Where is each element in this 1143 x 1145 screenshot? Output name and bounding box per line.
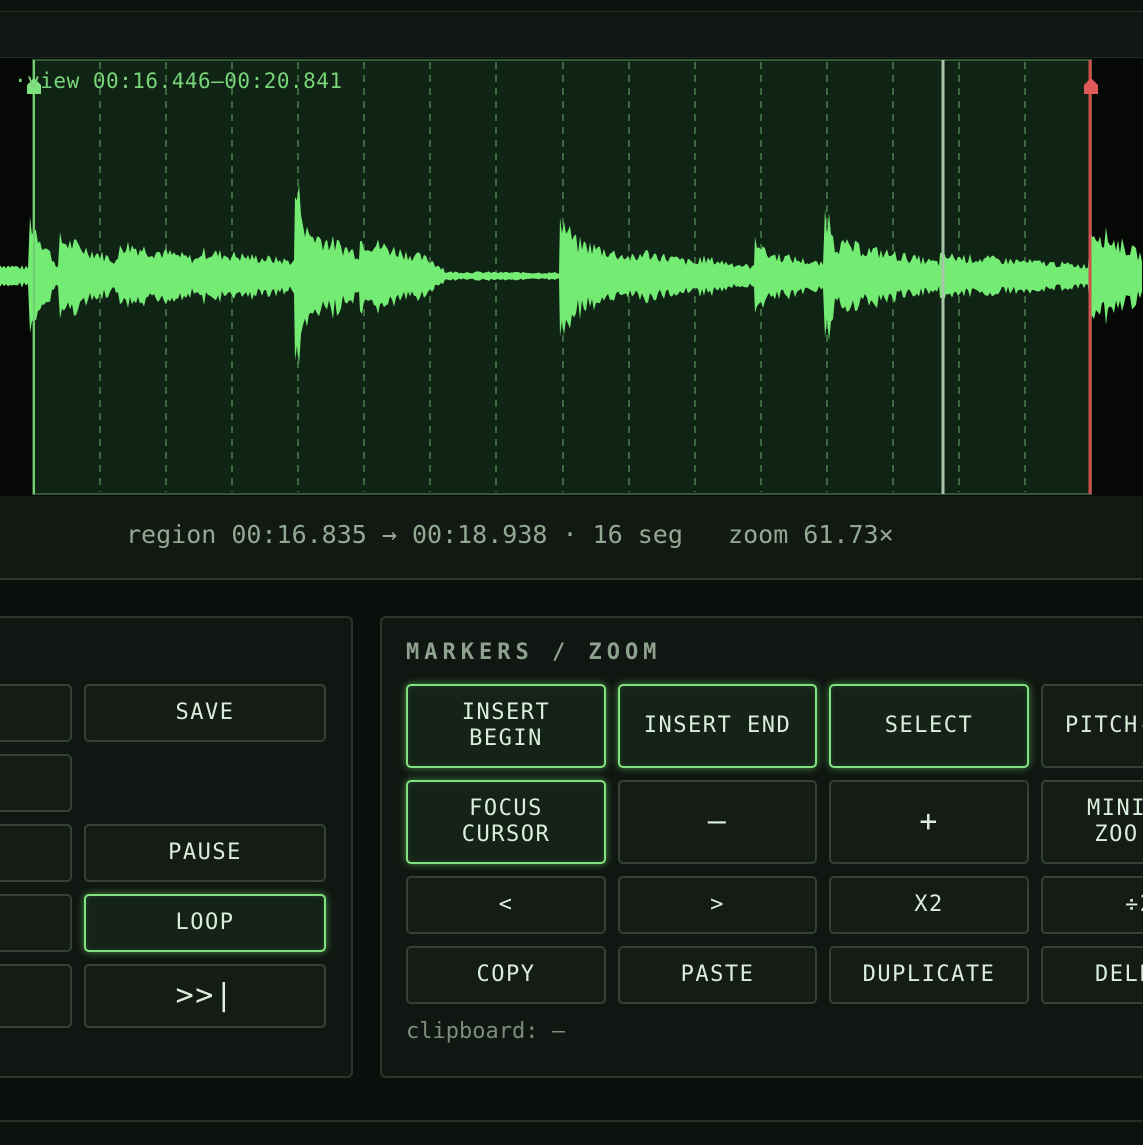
copy-button[interactable]: COPY [406, 946, 606, 1004]
zoom-divide-2-button[interactable]: ÷2 [1041, 876, 1143, 934]
delete-button[interactable]: DELE [1041, 946, 1143, 1004]
pause-button[interactable]: PAUSE [84, 824, 326, 882]
insert-begin-button[interactable]: INSERT BEGIN [406, 684, 606, 768]
save-button[interactable]: SAVE [84, 684, 326, 742]
view-range-label: ·view 00:16.446–00:20.841 [14, 69, 343, 93]
zoom-in-button[interactable]: + [829, 780, 1029, 864]
insert-end-button[interactable]: INSERT END [618, 684, 817, 768]
top-bar [0, 0, 1143, 12]
minimap-zoom-button[interactable]: MINI ZOO [1041, 780, 1143, 864]
transport-button-hidden-1[interactable] [0, 684, 72, 742]
zoom-x2-button[interactable]: X2 [829, 876, 1029, 934]
pitch-button[interactable]: PITCH- [1041, 684, 1143, 768]
paste-button[interactable]: PASTE [618, 946, 817, 1004]
duplicate-button[interactable]: DUPLICATE [829, 946, 1029, 1004]
loop-button[interactable]: LOOP [84, 894, 326, 952]
toolbar-strip [0, 12, 1143, 58]
zoom-out-button[interactable]: – [618, 780, 817, 864]
focus-cursor-button[interactable]: FOCUS CURSOR [406, 780, 606, 864]
clipboard-status: clipboard: — [406, 1019, 565, 1044]
transport-button-hidden-2[interactable]: S [0, 754, 72, 812]
previous-button[interactable]: < [406, 876, 606, 934]
next-button[interactable]: > [618, 876, 817, 934]
transport-button-hidden-4[interactable] [0, 894, 72, 952]
markers-zoom-title: MARKERS / ZOOM [406, 640, 662, 665]
select-button[interactable]: SELECT [829, 684, 1029, 768]
waveform-panel[interactable] [0, 58, 1143, 496]
waveform-canvas[interactable] [0, 58, 1143, 496]
region-status-text: region 00:16.835 → 00:18.938 · 16 seg zo… [126, 520, 894, 549]
transport-button-hidden-5[interactable] [0, 964, 72, 1028]
transport-button-hidden-3[interactable] [0, 824, 72, 882]
bottom-bar [0, 1120, 1143, 1145]
skip-to-end-button[interactable]: >>| [84, 964, 326, 1028]
